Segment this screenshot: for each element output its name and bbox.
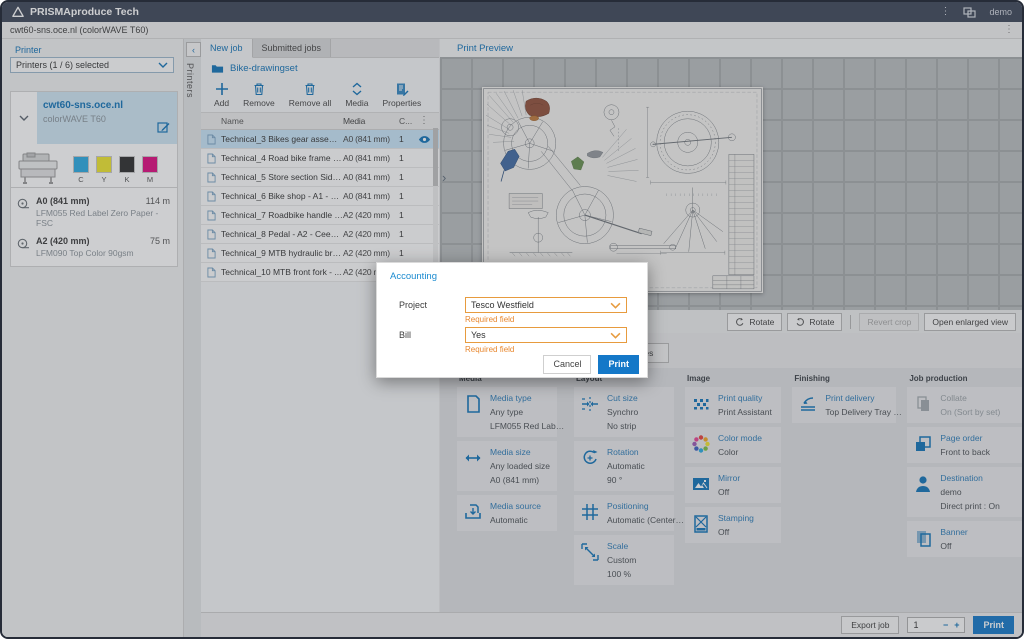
dialog-footer: Cancel Print <box>377 351 647 377</box>
project-value: Tesco Westfield <box>471 300 534 310</box>
cancel-button[interactable]: Cancel <box>543 355 591 374</box>
bill-value: Yes <box>471 330 486 340</box>
accounting-dialog: Accounting Project Tesco Westfield Requi… <box>376 262 648 378</box>
bill-select[interactable]: Yes <box>465 327 627 343</box>
chevron-down-icon <box>610 302 621 309</box>
chevron-down-icon <box>610 332 621 339</box>
project-select[interactable]: Tesco Westfield <box>465 297 627 313</box>
app-window: PRISMAproduce Tech ⋮ demo cwt60-sns.oce.… <box>0 0 1024 639</box>
bill-label: Bill <box>399 330 411 340</box>
project-label: Project <box>399 300 427 310</box>
dialog-print-button[interactable]: Print <box>598 355 639 374</box>
project-required-hint: Required field <box>465 315 514 324</box>
dialog-title: Accounting <box>390 271 647 282</box>
